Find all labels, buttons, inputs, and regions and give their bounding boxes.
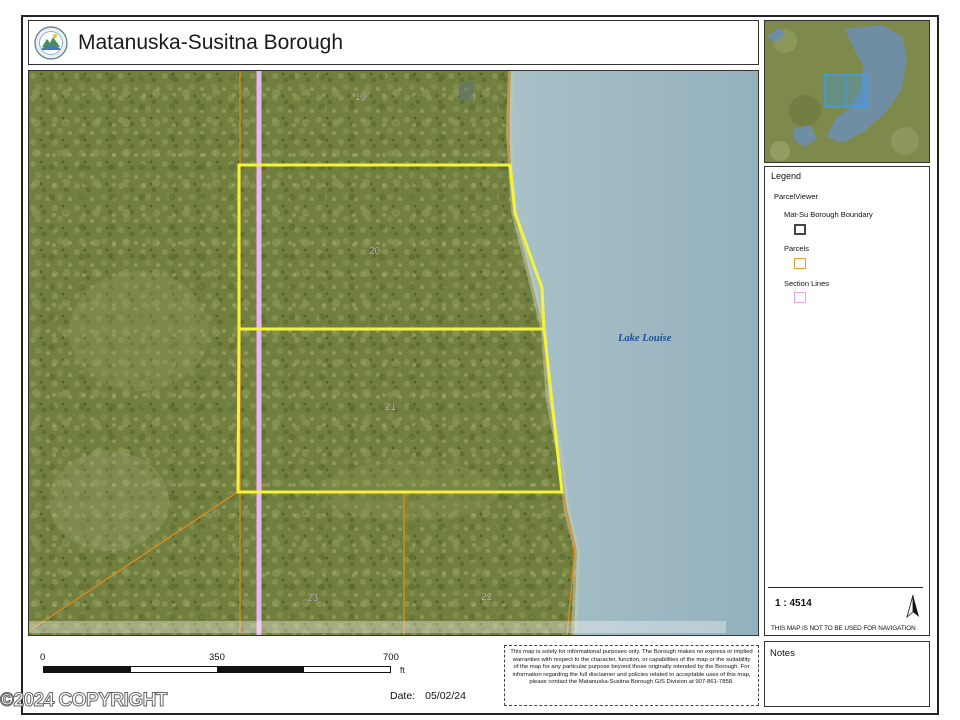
scalebar-unit: ft <box>400 665 405 675</box>
scale-section: 1 : 4514 THIS MAP IS NOT TO BE USED FOR … <box>768 587 923 633</box>
borough-boundary-swatch-icon <box>794 224 806 235</box>
legend-item-parcels: Parcels <box>784 244 810 253</box>
scalebar-tick-0: 0 <box>40 652 46 663</box>
scalebar-tick-350: 350 <box>209 652 225 663</box>
parcel-label-19: 19 <box>355 92 367 103</box>
notes-title: Notes <box>770 648 795 659</box>
section-lines-swatch-icon <box>794 292 806 303</box>
scale-ratio: 1 : 4514 <box>775 598 812 609</box>
scalebar-tick-700: 700 <box>383 652 399 663</box>
parcels-swatch-icon <box>794 258 806 269</box>
overview-map[interactable] <box>764 20 930 163</box>
parcel-label-20: 20 <box>369 246 381 257</box>
legend-item-borough-boundary: Mat-Su Borough Boundary <box>784 210 873 219</box>
scalebar <box>43 666 391 673</box>
notes-panel: Notes <box>764 641 930 707</box>
parcel-label-23: 23 <box>307 593 319 604</box>
map-date: Date: 05/02/24 <box>390 690 466 702</box>
legend-title: Legend <box>771 171 802 181</box>
legend-group-label: ParcelViewer <box>774 192 819 201</box>
parcel-label-22: 22 <box>481 592 493 603</box>
disclaimer-text: This map is solely for informational pur… <box>504 645 759 706</box>
map-bottom-bar <box>29 621 726 633</box>
north-arrow-icon <box>906 594 919 619</box>
borough-seal-icon <box>34 26 68 60</box>
main-map[interactable]: 19 20 21 22 23 Lake Louise <box>28 70 759 636</box>
parcel-label-21: 21 <box>385 402 397 413</box>
date-value: 05/02/24 <box>425 690 466 702</box>
legend-item-section-lines: Section Lines <box>784 279 830 288</box>
date-label: Date: <box>390 690 416 702</box>
legend-panel: Legend ParcelViewer Mat-Su Borough Bound… <box>764 166 930 636</box>
lake-label: Lake Louise <box>617 333 672 344</box>
overview-extent-marker <box>824 74 868 108</box>
page-title: Matanuska-Susitna Borough <box>78 31 343 54</box>
copyright-watermark: ©2024 COPYRIGHT <box>0 690 168 712</box>
title-bar: Matanuska-Susitna Borough <box>28 20 759 65</box>
navigation-warning: THIS MAP IS NOT TO BE USED FOR NAVIGATIO… <box>771 625 916 632</box>
